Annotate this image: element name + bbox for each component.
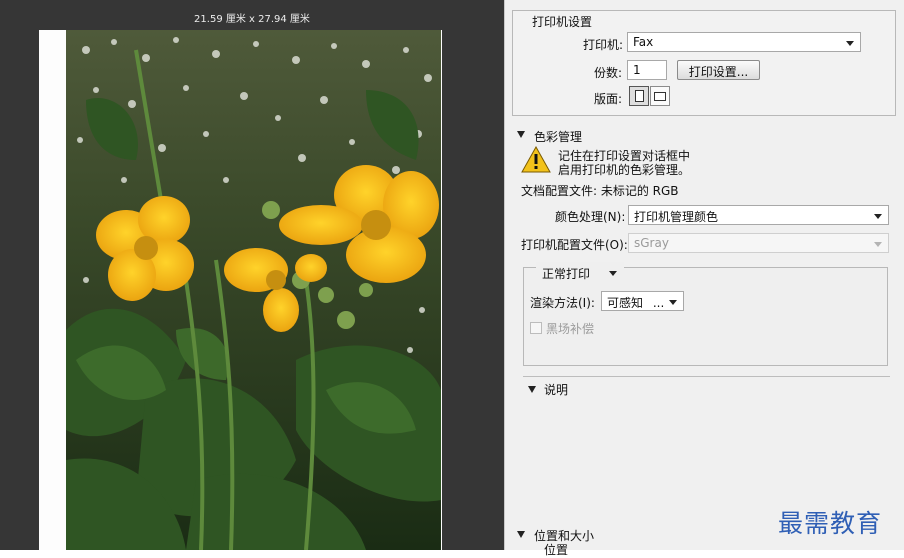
disclosure-triangle-icon[interactable] [528,386,536,393]
black-point-label: 黑场补偿 [546,322,595,336]
printer-select-value: Fax [633,35,654,49]
dropdown-arrow-icon [609,271,617,276]
rendering-value: 可感知 [607,296,644,310]
paper-dimensions-label: 21.59 厘米 x 27.94 厘米 [194,14,310,25]
portrait-layout-button[interactable] [629,86,649,106]
color-handling-value: 打印机管理颜色 [634,210,719,224]
warning-text-line2: 启用打印机的色彩管理。 [558,163,691,177]
rendering-label: 渲染方法(I): [530,296,595,310]
print-mode-value: 正常打印 [542,267,591,281]
printer-profile-value: sGray [634,236,669,250]
landscape-layout-icon [654,92,666,101]
black-point-checkbox [530,322,542,334]
printer-label: 打印机: [583,38,624,52]
copies-input[interactable]: 1 [627,60,667,80]
printer-profile-label: 打印机配置文件(O): [521,238,628,252]
document-profile-text: 文档配置文件: 未标记的 RGB [521,184,679,198]
section-divider [523,376,890,377]
dropdown-arrow-icon [846,41,854,46]
printer-setup-title: 打印机设置 [532,15,593,29]
print-mode-select[interactable]: 正常打印 [536,262,624,282]
dropdown-arrow-icon [874,242,882,247]
portrait-layout-icon [635,90,644,102]
rendering-ellipsis: ... [652,296,665,310]
printer-select[interactable]: Fax [627,32,861,52]
color-handling-select[interactable]: 打印机管理颜色 [628,205,889,225]
color-management-title[interactable]: 色彩管理 [534,128,582,145]
color-handling-label: 颜色处理(N): [555,210,626,224]
watermark-logo: 最需教育 [778,509,883,538]
landscape-layout-button[interactable] [650,86,670,106]
dropdown-arrow-icon [669,300,677,305]
preview-image[interactable] [66,30,441,550]
rendering-select[interactable]: 可感知 ... [601,291,684,311]
disclosure-triangle-icon[interactable] [517,131,525,138]
description-title[interactable]: 说明 [544,381,568,398]
print-settings-button[interactable]: 打印设置... [677,60,760,80]
flower-photo [66,30,441,550]
printer-profile-select: sGray [628,233,889,253]
disclosure-triangle-icon[interactable] [517,531,525,538]
dropdown-arrow-icon [874,214,882,219]
warning-icon [521,146,551,173]
copies-label: 份数: [594,66,623,80]
layout-label: 版面: [594,92,623,106]
